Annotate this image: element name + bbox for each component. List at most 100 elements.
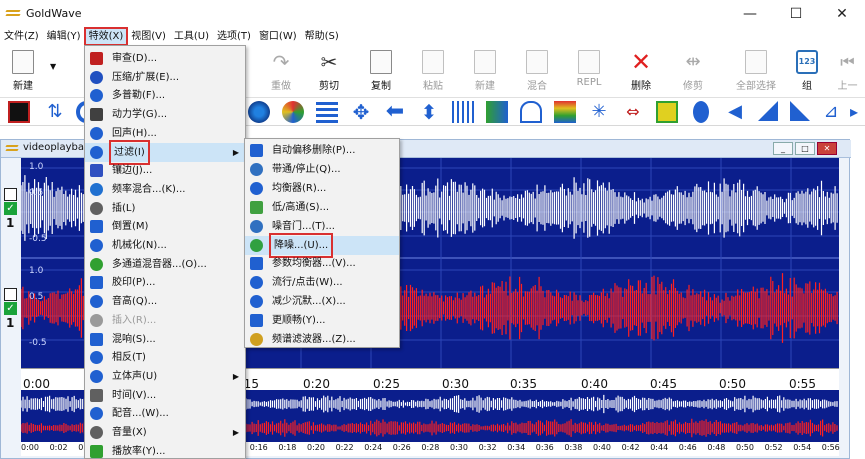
doppler-effect-icon[interactable] [248,101,270,123]
menu-item-pop-click[interactable]: 流行/点击(W)... [245,273,399,292]
minimize-button[interactable]: — [727,0,773,27]
menu-item-dynamics[interactable]: 动力学(G)... [85,105,245,124]
overview-tick-label: 0:00 [21,443,39,452]
menu-file[interactable]: 文件(Z) [0,28,43,45]
menu-item-label: 更顺畅(Y)... [272,315,326,327]
menu-item-bandpass[interactable]: 带通/停止(Q)... [245,160,399,179]
lowpass-effect-icon[interactable] [486,101,508,123]
sound-close-button[interactable]: ✕ [817,142,837,155]
noise-reduction-effect-icon[interactable] [554,101,576,123]
menu-item-doppler[interactable]: 多普勒(F)... [85,86,245,105]
mixer-effect-icon[interactable] [282,101,304,123]
menu-item-reverb[interactable]: 混响(S)... [85,330,245,349]
select-all-icon [745,50,767,74]
maximize-button[interactable]: ☐ [773,0,819,27]
goldwave-logo-icon [5,9,21,19]
channel-1-toggle[interactable] [4,188,17,201]
sound-maximize-button[interactable]: □ [795,142,815,155]
equalizer-effect-icon[interactable] [452,101,474,123]
new-dropdown-icon[interactable]: ▼ [50,62,56,71]
redo-button[interactable]: ↷ 重做 [258,48,304,96]
updown-arrows-icon[interactable]: ⇅ [44,101,66,123]
menu-item-smoother[interactable]: 更顺畅(Y)... [245,311,399,330]
menu-item-label: 回声(H)... [112,127,157,139]
spectrum-effect-icon[interactable] [316,101,338,123]
left-arrow-icon[interactable]: ⬅ [384,101,406,123]
fade-effect-icon[interactable]: ◀ [724,101,746,123]
move-effect-icon[interactable]: ✥ [350,101,372,123]
diamond-arrows-icon[interactable]: ⬍ [418,101,440,123]
group-button[interactable]: 123 组 [784,48,830,96]
time-tick-label: 0:40 [581,377,608,391]
amp-label: 1.0 [29,266,44,276]
menu-item-mechanize[interactable]: 机械化(N)... [85,236,245,255]
menu-item-playback[interactable]: 播放率(Y)... [85,442,245,459]
mix-button[interactable]: 混合 [514,48,560,96]
menu-item-label: 频率混合...(K)... [112,183,186,195]
silence-effect-icon[interactable]: ⇔ [622,101,644,123]
menu-help[interactable]: 帮助(S) [301,28,343,45]
channel-2-check-icon[interactable]: ✓ [4,302,17,315]
replace-button[interactable]: REPL [566,48,612,96]
more-effect-icon[interactable]: ▸ [845,101,863,123]
menu-item-playback-rate[interactable]: 插入(R)... [85,311,245,330]
paste-button[interactable]: 粘贴 [410,48,456,96]
menu-item-insert[interactable]: 插(L) [85,199,245,218]
menu-item-compressor[interactable]: 压缩/扩展(E)... [85,68,245,87]
menu-item-echo[interactable]: 回声(H)... [85,124,245,143]
volume-effect-icon[interactable] [693,101,709,123]
menu-item-time[interactable]: 时间(V)... [85,386,245,405]
menu-effects[interactable]: 特效(X) [83,27,129,46]
parametric-eq-icon [250,257,263,271]
overview-tick-label: 0:22 [335,443,354,452]
delete-button[interactable]: ✕ 删除 [618,48,664,96]
menu-item-review[interactable]: 审查(D)... [85,49,245,68]
fade-out-effect-icon[interactable] [790,101,810,121]
menu-item-mixer[interactable]: 多通道混音器...(O)... [85,255,245,274]
sound-minimize-button[interactable]: _ [773,142,793,155]
shape-effect-icon[interactable]: ⊿ [820,101,842,123]
new-button[interactable]: 新建 [0,48,46,96]
gate-effect-icon[interactable] [520,101,542,123]
menu-item-spectrum-filter[interactable]: 频谱滤波器...(Z)... [245,330,399,349]
menu-item-reverse[interactable]: 相反(T) [85,348,245,367]
menu-item-noise-gate[interactable]: 噪音门...(T)... [245,217,399,236]
menu-edit[interactable]: 编辑(Y) [43,28,85,45]
channel-1-check-icon[interactable]: ✓ [4,202,17,215]
menu-options[interactable]: 选项(T) [213,28,255,45]
select-all-button[interactable]: 全部选择 [730,48,782,96]
menu-item-freq-mix[interactable]: 频率混合...(K)... [85,180,245,199]
smoother-effect-icon[interactable] [656,101,678,123]
menu-item-equalizer[interactable]: 均衡器(R)... [245,179,399,198]
noise-gate-icon [250,219,263,233]
menu-item-flanger[interactable]: 镶边(J)... [85,161,245,180]
menu-item-noise-reduction[interactable]: 降噪...(U)... [245,232,399,258]
channel-2-toggle[interactable] [4,288,17,301]
menu-item-stereo[interactable]: 立体声(U) ▶ [85,367,245,386]
pop-click-effect-icon[interactable]: ✳ [588,101,610,123]
menu-item-pitch[interactable]: 音高(Q)... [85,292,245,311]
trim-button[interactable]: ⇹ 修剪 [670,48,716,96]
cut-button[interactable]: ✂ 剪切 [306,48,352,96]
menu-item-filter[interactable]: 过滤(I) ▶ [85,139,245,165]
copy-button[interactable]: 复制 [358,48,404,96]
menu-item-lowhigh-pass[interactable]: 低/高通(S)... [245,198,399,217]
menu-item-invert[interactable]: 倒置(M) [85,217,245,236]
close-button[interactable]: ✕ [819,0,865,27]
menu-view[interactable]: 视图(V) [127,28,170,45]
stop-effect-icon[interactable] [8,101,30,123]
filter-submenu: 自动偏移删除(P)... 带通/停止(Q)... 均衡器(R)... 低/高通(S).… [244,138,400,348]
prev-button[interactable]: ⏮ 上一 [830,48,865,96]
menu-item-volume[interactable]: 音量(X) ▶ [85,423,245,442]
paste-new-button[interactable]: 新建 [462,48,508,96]
reverb-icon [90,332,103,346]
fade-in-effect-icon[interactable] [758,101,778,121]
menu-item-silence[interactable]: 减少沉默...(X)... [245,292,399,311]
menu-item-auto-offset[interactable]: 自动偏移删除(P)... [245,141,399,160]
menu-tools[interactable]: 工具(U) [170,28,213,45]
menu-item-offset[interactable]: 胶印(P)... [85,273,245,292]
menu-item-voice-over[interactable]: 配音...(W)... [85,404,245,423]
time-tick-label: 0:20 [303,377,330,391]
menu-item-parametric-eq[interactable]: 参数均衡器...(V)... [245,254,399,273]
menu-window[interactable]: 窗口(W) [255,28,301,45]
